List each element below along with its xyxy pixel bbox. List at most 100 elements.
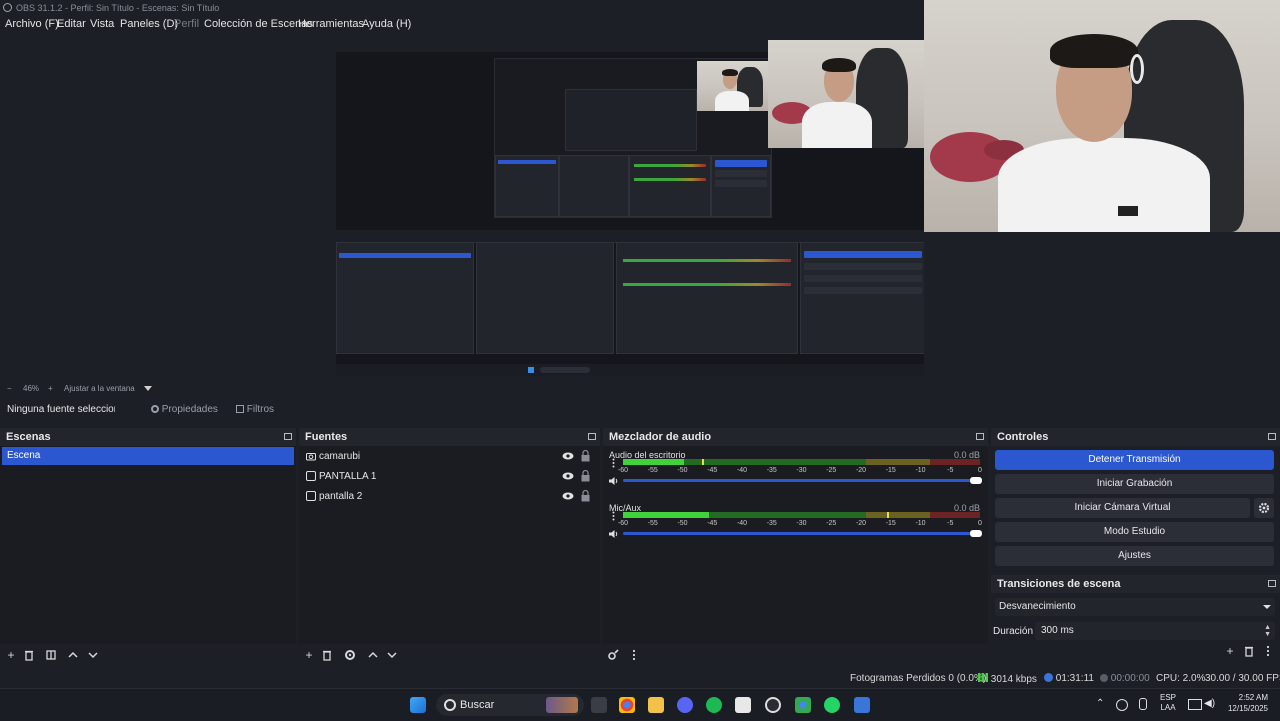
lock-icon[interactable] (581, 490, 590, 502)
file-explorer-icon[interactable] (648, 697, 664, 713)
add-transition-icon[interactable]: + (1223, 644, 1237, 658)
language-indicator[interactable]: ESP LAA (1160, 693, 1176, 713)
lock-icon[interactable] (581, 450, 590, 462)
spotify-icon[interactable] (706, 697, 722, 713)
meter-tick-label: -30 (796, 520, 807, 527)
move-down-icon[interactable] (385, 648, 399, 662)
visibility-eye-icon[interactable] (562, 451, 574, 461)
source-row[interactable]: pantalla 2 (303, 487, 596, 507)
network-icon[interactable] (1188, 699, 1202, 710)
undock-icon[interactable] (1268, 433, 1276, 440)
bitrate-value: 3014 kbps (990, 674, 1037, 685)
clock[interactable]: 2:52 AM 12/15/2025 (1224, 692, 1268, 714)
channel-menu-icon[interactable] (612, 511, 615, 521)
language-secondary: LAA (1160, 703, 1176, 712)
volume-slider-handle[interactable] (970, 530, 982, 537)
visibility-eye-icon[interactable] (562, 471, 574, 481)
sources-list: camarubi PANTALLA 1 pantalla 2 (299, 446, 600, 644)
chrome-profile-icon[interactable] (795, 697, 811, 713)
app-icon[interactable] (735, 697, 751, 713)
settings-button[interactable]: Ajustes (995, 546, 1274, 566)
menu-archivo[interactable]: Archivo (F) (5, 18, 59, 30)
scene-filters-icon[interactable] (44, 648, 58, 662)
chrome-icon[interactable] (619, 697, 635, 713)
mixer-menu-icon[interactable] (627, 648, 641, 662)
volume-slider-handle[interactable] (970, 477, 982, 484)
start-record-button[interactable]: Iniciar Grabación (995, 474, 1274, 494)
mixer-channel-mic: Mic/Aux 0.0 dB -60 -55 -50 -45 -40 -35 -30 -25-… (607, 503, 982, 553)
meter-ticks: -60 -55 -50 -45 -40 -35 -30 -25 -20 -15 -10 -5 0 (618, 467, 982, 475)
remove-transition-icon[interactable] (1242, 644, 1256, 658)
tray-chevron-up-icon[interactable]: ⌃ (1096, 698, 1104, 709)
transition-select-value: Desvanecimiento (999, 601, 1076, 612)
canvas-controls-dock (800, 242, 924, 354)
zoom-out-button[interactable]: − (7, 384, 12, 393)
sources-dock: Fuentes camarubi PANTALLA 1 pantalla 2 + (299, 428, 600, 666)
properties-button[interactable]: Propiedades (151, 404, 218, 415)
source-name: PANTALLA 1 (319, 471, 377, 482)
record-icon (1100, 674, 1108, 682)
fit-dropdown-chevron-icon[interactable] (144, 386, 152, 391)
filters-button[interactable]: Filtros (236, 404, 274, 415)
discord-icon[interactable] (677, 697, 693, 713)
virtual-camera-settings-button[interactable] (1254, 498, 1274, 518)
whatsapp-icon[interactable] (824, 697, 840, 713)
volume-icon[interactable]: ◀) (1204, 698, 1215, 709)
menu-coleccion-escenas[interactable]: Colección de Escenas (204, 18, 313, 30)
source-row[interactable]: camarubi (303, 447, 596, 467)
taskbar-search[interactable]: Buscar (436, 694, 584, 716)
add-source-icon[interactable]: + (302, 648, 316, 662)
undock-icon[interactable] (284, 433, 292, 440)
menu-herramientas[interactable]: Herramientas (298, 18, 364, 30)
move-down-icon[interactable] (86, 648, 100, 662)
notepad-icon[interactable] (854, 697, 870, 713)
speaker-icon[interactable] (609, 476, 619, 486)
stop-stream-button[interactable]: Detener Transmisión (995, 450, 1274, 470)
source-row[interactable]: PANTALLA 1 (303, 467, 596, 487)
advanced-audio-gear-icon[interactable] (606, 648, 620, 662)
move-up-icon[interactable] (366, 648, 380, 662)
audio-mixer-header: Mezclador de audio (603, 428, 988, 446)
virtual-camera-button[interactable]: Iniciar Cámara Virtual (995, 498, 1250, 518)
lock-icon[interactable] (581, 470, 590, 482)
task-view-icon[interactable] (591, 697, 607, 713)
canvas-nested-preview (494, 58, 772, 218)
undock-icon[interactable] (1268, 580, 1276, 587)
canvas-sources-dock (476, 242, 614, 354)
channel-menu-icon[interactable] (612, 458, 615, 468)
zoom-in-button[interactable]: + (48, 384, 53, 393)
meter-tick-label: -25 (826, 520, 837, 527)
menu-editar[interactable]: Editar (57, 18, 86, 30)
undock-icon[interactable] (976, 433, 984, 440)
fit-window-label[interactable]: Ajustar a la ventana (64, 384, 135, 393)
undock-icon[interactable] (588, 433, 596, 440)
menu-paneles[interactable]: Paneles (D) (120, 18, 178, 30)
add-scene-icon[interactable]: + (4, 648, 18, 662)
visibility-eye-icon[interactable] (562, 491, 574, 501)
meter-tick-label: -55 (647, 467, 658, 474)
remove-source-icon[interactable] (320, 648, 334, 662)
sources-dock-header: Fuentes (299, 428, 600, 446)
menu-vista[interactable]: Vista (90, 18, 114, 30)
speaker-icon[interactable] (609, 529, 619, 539)
stepper-arrows-icon[interactable]: ▲ ▼ (1264, 624, 1271, 638)
duration-input[interactable]: 300 ms ▲ ▼ (1035, 622, 1275, 640)
sync-icon[interactable] (1116, 699, 1128, 711)
volume-slider[interactable] (623, 530, 982, 537)
move-up-icon[interactable] (66, 648, 80, 662)
studio-mode-button[interactable]: Modo Estudio (995, 522, 1274, 542)
transition-menu-icon[interactable] (1261, 644, 1275, 658)
menu-ayuda[interactable]: Ayuda (H) (362, 18, 411, 30)
volume-slider[interactable] (623, 477, 982, 484)
transition-select[interactable]: Desvanecimiento (995, 598, 1275, 616)
preview-canvas[interactable] (336, 40, 924, 376)
source-properties-gear-icon[interactable] (343, 648, 357, 662)
mixer-channels: Audio del escritorio 0.0 dB -60 -55 -50 -45… (603, 446, 988, 644)
scene-item-escena[interactable]: Escena (2, 447, 294, 465)
microphone-icon[interactable] (1139, 698, 1147, 710)
remove-scene-icon[interactable] (22, 648, 36, 662)
windows-start-icon[interactable] (410, 697, 426, 713)
menu-perfil[interactable]: Perfil (174, 18, 199, 30)
scenes-dock: Escenas Escena + (0, 428, 296, 666)
obs-icon[interactable] (765, 697, 781, 713)
